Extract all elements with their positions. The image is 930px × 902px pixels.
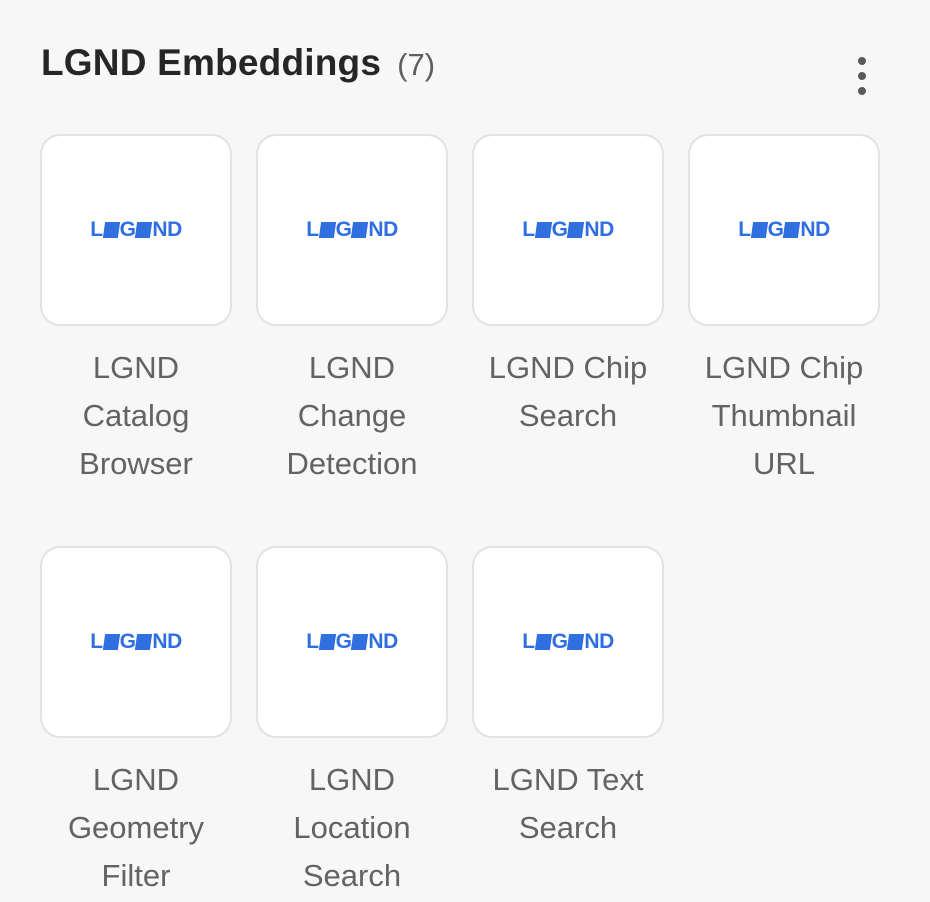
tile-grid: L G ND LGND Catalog Browser L G ND LGND Chan… bbox=[40, 134, 882, 900]
section-header: LGND Embeddings (7) bbox=[41, 42, 435, 96]
tile-label: LGND Catalog Browser bbox=[79, 350, 193, 481]
tile-lgnd-change-detection[interactable]: L G ND LGND Change Detection bbox=[256, 134, 448, 488]
logo-text: G bbox=[335, 218, 352, 241]
more-vertical-icon bbox=[858, 57, 866, 65]
tile-label: LGND Geometry Filter bbox=[67, 762, 205, 893]
logo-text: L bbox=[90, 218, 103, 241]
logo-block bbox=[135, 222, 153, 238]
tile-label: LGND Chip Thumbnail URL bbox=[704, 350, 864, 481]
more-vertical-icon-dot bbox=[858, 72, 866, 80]
tile-lgnd-chip-thumbnail-url[interactable]: L G ND LGND Chip Thumbnail URL bbox=[688, 134, 880, 488]
tile-lgnd-catalog-browser[interactable]: L G ND LGND Catalog Browser bbox=[40, 134, 232, 488]
logo-text: G bbox=[119, 218, 136, 241]
more-vertical-icon-dot bbox=[858, 87, 866, 95]
logo-block bbox=[318, 222, 336, 238]
logo-block bbox=[351, 634, 369, 650]
tile-label: LGND Change Detection bbox=[286, 350, 418, 481]
tile-card[interactable]: L G ND bbox=[688, 134, 880, 326]
more-options-button[interactable] bbox=[842, 54, 882, 98]
logo-block bbox=[567, 222, 585, 238]
logo-text: ND bbox=[152, 630, 182, 653]
tile-lgnd-geometry-filter[interactable]: L G ND LGND Geometry Filter bbox=[40, 546, 232, 900]
lgnd-logo: L G ND bbox=[90, 218, 182, 241]
tile-card[interactable]: L G ND bbox=[472, 134, 664, 326]
tile-lgnd-text-search[interactable]: L G ND LGND Text Search bbox=[472, 546, 664, 900]
lgnd-logo: L G ND bbox=[522, 218, 614, 241]
tile-card[interactable]: L G ND bbox=[472, 546, 664, 738]
logo-text: ND bbox=[152, 218, 182, 241]
logo-block bbox=[750, 222, 768, 238]
logo-block bbox=[318, 634, 336, 650]
logo-text: G bbox=[335, 630, 352, 653]
tile-lgnd-location-search[interactable]: L G ND LGND Location Search bbox=[256, 546, 448, 900]
tile-card[interactable]: L G ND bbox=[256, 134, 448, 326]
logo-text: ND bbox=[800, 218, 830, 241]
logo-block bbox=[102, 634, 120, 650]
section-title: LGND Embeddings bbox=[41, 42, 382, 83]
logo-text: ND bbox=[368, 630, 398, 653]
lgnd-logo: L G ND bbox=[306, 630, 398, 653]
logo-text: ND bbox=[584, 630, 614, 653]
tile-card[interactable]: L G ND bbox=[40, 546, 232, 738]
logo-text: ND bbox=[368, 218, 398, 241]
embeddings-panel: LGND Embeddings (7) L G ND LGND Catalog Br… bbox=[0, 0, 930, 902]
logo-text: G bbox=[119, 630, 136, 653]
tile-label: LGND Chip Search bbox=[488, 350, 648, 433]
logo-text: L bbox=[306, 218, 319, 241]
lgnd-logo: L G ND bbox=[738, 218, 830, 241]
tile-card[interactable]: L G ND bbox=[40, 134, 232, 326]
logo-text: ND bbox=[584, 218, 614, 241]
logo-block bbox=[135, 634, 153, 650]
logo-block bbox=[567, 634, 585, 650]
lgnd-logo: L G ND bbox=[90, 630, 182, 653]
logo-block bbox=[102, 222, 120, 238]
tile-card[interactable]: L G ND bbox=[256, 546, 448, 738]
tile-label: LGND Location Search bbox=[293, 762, 411, 893]
logo-text: L bbox=[90, 630, 103, 653]
logo-text: L bbox=[306, 630, 319, 653]
logo-text: L bbox=[738, 218, 751, 241]
logo-block bbox=[534, 634, 552, 650]
logo-block bbox=[783, 222, 801, 238]
lgnd-logo: L G ND bbox=[522, 630, 614, 653]
logo-text: G bbox=[551, 630, 568, 653]
item-count: (7) bbox=[397, 47, 436, 82]
logo-block bbox=[351, 222, 369, 238]
logo-text: G bbox=[551, 218, 568, 241]
logo-text: L bbox=[522, 218, 535, 241]
lgnd-logo: L G ND bbox=[306, 218, 398, 241]
logo-block bbox=[534, 222, 552, 238]
logo-text: G bbox=[767, 218, 784, 241]
logo-text: L bbox=[522, 630, 535, 653]
tile-lgnd-chip-search[interactable]: L G ND LGND Chip Search bbox=[472, 134, 664, 488]
tile-label: LGND Text Search bbox=[492, 762, 644, 845]
